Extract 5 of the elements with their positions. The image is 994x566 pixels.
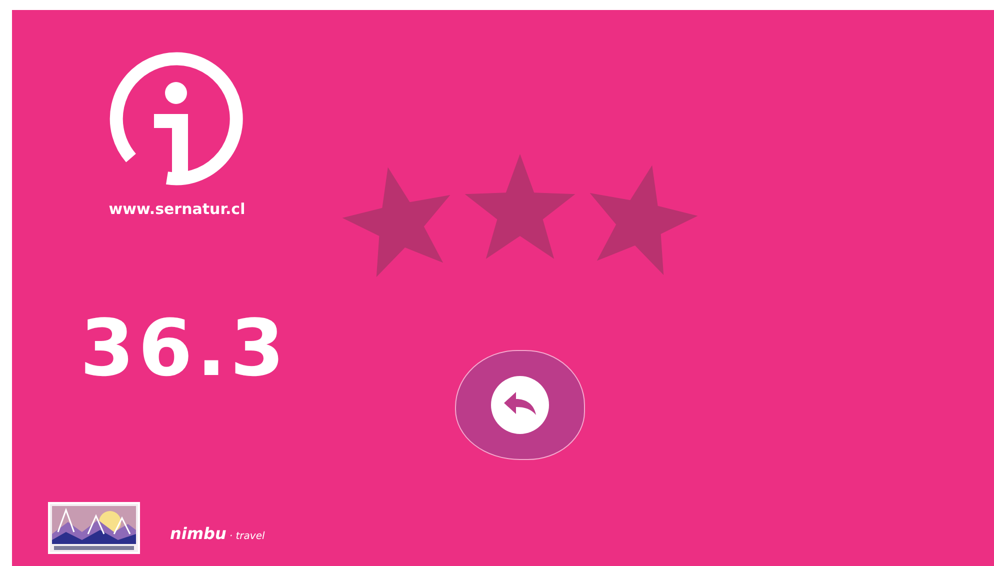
brand-name: nimbu	[170, 524, 226, 542]
brand-suffix: · travel	[229, 530, 265, 542]
back-icon	[490, 375, 550, 435]
website-url: www.sernatur.cl	[108, 200, 246, 218]
reading-value: 36.3	[80, 310, 288, 388]
